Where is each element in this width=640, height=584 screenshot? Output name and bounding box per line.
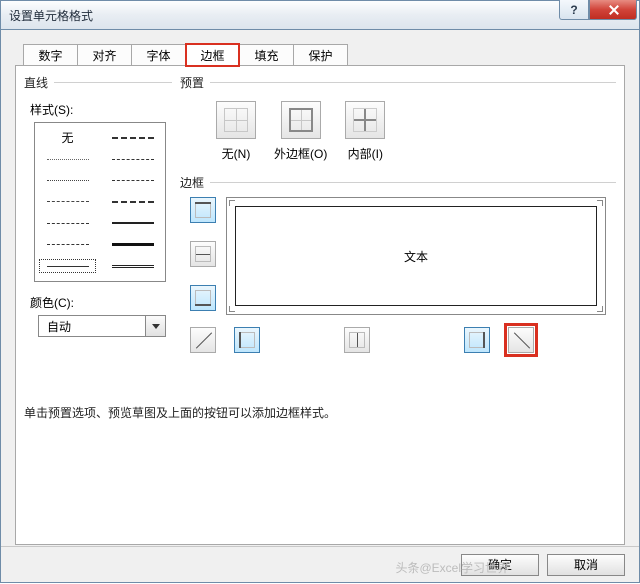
border-right-button[interactable] (464, 327, 490, 353)
divider (210, 82, 616, 83)
preset-section: 预置 无(N) 外边框(O) 内部(I) (180, 74, 616, 162)
line-style-option[interactable]: 无 (39, 131, 96, 145)
line-style-option[interactable] (104, 238, 161, 252)
preset-label: 外边框(O) (274, 145, 327, 162)
color-label: 颜色(C): (24, 294, 172, 311)
hint-text: 单击预置选项、预览草图及上面的按钮可以添加边框样式。 (24, 404, 336, 421)
tab-对齐[interactable]: 对齐 (77, 44, 132, 66)
border-diag-up-button[interactable] (190, 327, 216, 353)
title-bar: 设置单元格格式 ? (0, 0, 640, 30)
tab-strip: 数字对齐字体边框填充保护 (23, 44, 347, 67)
window-buttons: ? (559, 0, 637, 20)
tab-填充[interactable]: 填充 (239, 44, 294, 66)
preset-label: 内部(I) (348, 145, 383, 162)
style-label: 样式(S): (24, 101, 172, 118)
border-diag-down-button[interactable] (508, 327, 534, 353)
color-value: 自动 (38, 315, 146, 337)
border-horizontal-button[interactable] (190, 241, 216, 267)
border-vertical-button[interactable] (344, 327, 370, 353)
line-style-option[interactable] (39, 174, 96, 188)
dialog-footer: 确定 取消 (1, 546, 639, 582)
window-title: 设置单元格格式 (9, 7, 93, 24)
line-style-option[interactable] (39, 238, 96, 252)
line-style-option[interactable] (104, 195, 161, 209)
line-style-option[interactable] (39, 195, 96, 209)
tab-保护[interactable]: 保护 (293, 44, 348, 66)
preset-inside-button[interactable] (345, 101, 385, 139)
preview-text: 文本 (404, 248, 428, 265)
outline-icon (289, 108, 313, 132)
border-left-button[interactable] (234, 327, 260, 353)
line-style-option[interactable] (39, 259, 96, 273)
chevron-down-icon (152, 324, 160, 329)
line-style-option[interactable] (39, 216, 96, 230)
line-style-option[interactable] (104, 216, 161, 230)
close-button[interactable] (589, 0, 637, 20)
border-bottom-button[interactable] (190, 285, 216, 311)
border-header: 边框 (180, 174, 204, 191)
preset-header: 预置 (180, 74, 204, 91)
ok-button[interactable]: 确定 (461, 554, 539, 576)
line-style-option[interactable] (104, 259, 161, 273)
dialog-body: 数字对齐字体边框填充保护 直线 样式(S): 无 颜色(C): 自动 预置 无(… (0, 30, 640, 583)
border-top-button[interactable] (190, 197, 216, 223)
tab-数字[interactable]: 数字 (23, 44, 78, 66)
color-dropdown[interactable]: 自动 (38, 315, 166, 337)
cancel-button[interactable]: 取消 (547, 554, 625, 576)
line-style-option[interactable] (104, 131, 161, 145)
help-button[interactable]: ? (559, 0, 589, 20)
line-section: 直线 样式(S): 无 颜色(C): 自动 (24, 74, 172, 384)
preset-grid4-button[interactable] (216, 101, 256, 139)
line-style-option[interactable] (39, 152, 96, 166)
line-style-option[interactable] (104, 174, 161, 188)
inside-icon (353, 108, 377, 132)
preset-label: 无(N) (222, 145, 251, 162)
tab-边框[interactable]: 边框 (185, 43, 240, 67)
border-section: 边框 文本 (180, 174, 616, 391)
grid4-icon (224, 108, 248, 132)
color-dropdown-button[interactable] (146, 315, 166, 337)
line-style-option[interactable] (104, 152, 161, 166)
divider (210, 182, 616, 183)
tab-panel-border: 直线 样式(S): 无 颜色(C): 自动 预置 无(N) 外边框(O) 内部(I)… (15, 65, 625, 545)
tab-字体[interactable]: 字体 (131, 44, 186, 66)
line-header: 直线 (24, 74, 48, 91)
border-preview[interactable]: 文本 (226, 197, 606, 315)
preset-outline-button[interactable] (281, 101, 321, 139)
line-style-listbox[interactable]: 无 (34, 122, 166, 282)
divider (54, 82, 172, 83)
